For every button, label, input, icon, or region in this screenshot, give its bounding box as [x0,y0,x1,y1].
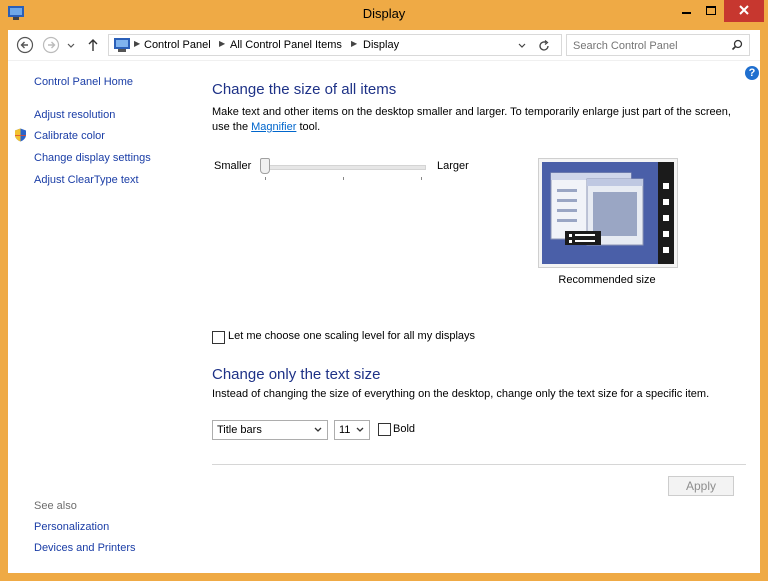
help-icon[interactable]: ? [745,66,759,80]
breadcrumb-all-items[interactable]: All Control Panel Items [230,39,342,51]
description-text-size: Instead of changing the size of everythi… [212,388,710,400]
description-line-2-suffix: tool. [296,121,321,133]
breadcrumb-separator-icon: ▶ [134,39,141,48]
preview-caption: Recommended size [558,274,656,286]
slider-thumb[interactable] [260,158,270,174]
item-select-value: Title bars [217,424,262,436]
sidebar-control-panel-home[interactable]: Control Panel Home [34,76,133,88]
client-area: ▶ Control Panel ▶ All Control Panel Item… [8,30,760,573]
search-box[interactable] [566,34,750,56]
description-change-size: Make text and other items on the desktop… [212,105,742,135]
address-box[interactable]: ▶ Control Panel ▶ All Control Panel Item… [108,34,562,56]
control-panel-icon [114,38,130,52]
breadcrumb-display[interactable]: Display [363,39,399,51]
heading-change-size: Change the size of all items [212,81,397,98]
window: Display ▶ Control Panel ▶ All Control Pa… [0,0,768,581]
refresh-icon[interactable] [537,39,551,53]
apply-button[interactable]: Apply [668,476,734,496]
sidebar-change-display-settings[interactable]: Change display settings [34,152,151,164]
divider [212,464,746,465]
chevron-down-icon [314,427,322,432]
recent-pages-chevron-icon[interactable] [66,36,76,54]
description-line-2-prefix: use the [212,121,252,133]
item-select[interactable]: Title bars [212,420,328,440]
font-size-select[interactable]: 11 [334,420,370,440]
up-arrow-icon[interactable] [86,36,100,54]
heading-text-size: Change only the text size [212,366,381,383]
address-bar-row: ▶ Control Panel ▶ All Control Panel Item… [8,30,760,61]
bold-checkbox[interactable] [378,423,391,436]
sidebar-personalization[interactable]: Personalization [34,521,109,533]
shield-icon [15,128,26,142]
slider-tick [343,177,344,180]
title-bar: Display [0,0,768,28]
slider-min-label: Smaller [214,160,252,172]
slider-tick [421,177,422,180]
font-size-select-value: 11 [339,424,351,436]
address-dropdown-icon[interactable] [517,41,527,51]
sidebar-calibrate-color[interactable]: Calibrate color [34,130,105,142]
size-preview-image [538,158,678,268]
scaling-checkbox[interactable] [212,331,225,344]
breadcrumb-control-panel[interactable]: Control Panel [144,39,211,51]
maximize-icon [706,6,716,15]
sidebar-adjust-cleartype-text[interactable]: Adjust ClearType text [34,174,139,186]
window-title: Display [362,6,406,21]
close-button[interactable] [724,0,764,22]
scaling-checkbox-label[interactable]: Let me choose one scaling level for all … [228,330,475,342]
minimize-button[interactable] [674,0,698,22]
breadcrumb-separator-icon: ▶ [351,39,358,48]
see-also-label: See also [34,500,77,512]
slider-track [260,165,426,170]
maximize-button[interactable] [698,0,724,22]
sidebar-devices-and-printers[interactable]: Devices and Printers [34,542,136,554]
sidebar-adjust-resolution[interactable]: Adjust resolution [34,109,115,121]
breadcrumb-separator-icon: ▶ [219,39,226,48]
bold-checkbox-label[interactable]: Bold [393,423,415,435]
search-input[interactable] [571,37,725,55]
magnifier-link[interactable]: Magnifier [251,121,296,133]
search-icon[interactable] [731,39,743,51]
forward-icon[interactable] [42,36,60,54]
slider-tick [265,177,266,180]
description-line-1: Make text and other items on the desktop… [212,106,731,118]
chevron-down-icon [356,427,364,432]
back-icon[interactable] [16,36,34,54]
minimize-icon [682,12,691,14]
close-icon [739,5,749,15]
size-slider[interactable] [256,156,430,182]
slider-max-label: Larger [437,160,469,172]
